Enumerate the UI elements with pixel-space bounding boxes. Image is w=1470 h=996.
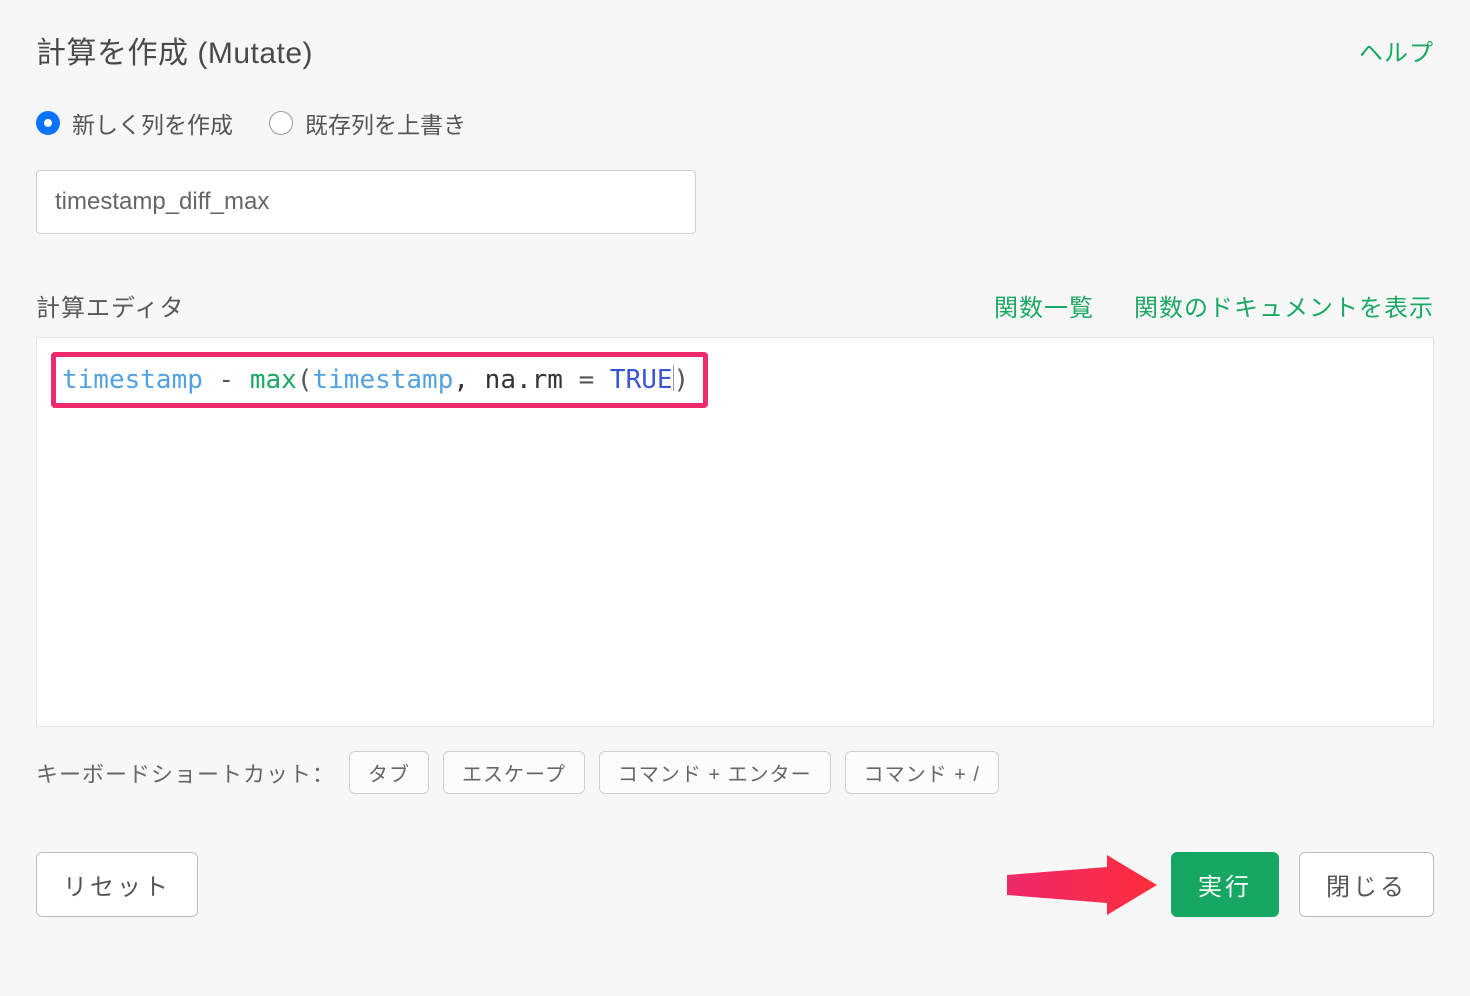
radio-dot-icon (36, 111, 60, 135)
token-close-paren: ) (674, 365, 690, 395)
token-arg: , na.rm (453, 365, 578, 395)
radio-circle-icon (269, 111, 293, 135)
help-link[interactable]: ヘルプ (1359, 33, 1434, 68)
editor-header: 計算エディタ 関数一覧 関数のドキュメントを表示 (36, 288, 1434, 323)
editor-links: 関数一覧 関数のドキュメントを表示 (994, 288, 1434, 323)
expression-highlight: timestamp - max(timestamp, na.rm = TRUE) (51, 352, 708, 408)
radio-create-new[interactable]: 新しく列を作成 (36, 106, 233, 140)
dialog-title: 計算を作成 (Mutate) (36, 28, 313, 72)
dialog-header: 計算を作成 (Mutate) ヘルプ (36, 28, 1434, 72)
token-minus: - (203, 365, 250, 395)
expression-editor[interactable]: timestamp - max(timestamp, na.rm = TRUE) (36, 337, 1434, 727)
shortcut-key-escape: エスケープ (443, 751, 585, 794)
token-constant: TRUE (610, 365, 673, 395)
run-button[interactable]: 実行 (1171, 852, 1279, 917)
function-docs-link[interactable]: 関数のドキュメントを表示 (1134, 288, 1434, 323)
shortcut-row: キーボードショートカット： タブ エスケープ コマンド + エンター コマンド … (36, 751, 1434, 794)
reset-button[interactable]: リセット (36, 852, 198, 917)
token-function: max (250, 365, 297, 395)
close-button[interactable]: 閉じる (1299, 852, 1434, 917)
editor-label: 計算エディタ (36, 288, 184, 323)
arrow-annotation-icon (1007, 855, 1157, 915)
shortcut-label: キーボードショートカット： (36, 757, 335, 789)
footer-right: 実行 閉じる (1007, 852, 1434, 917)
dialog-footer: リセット 実行 閉じる (36, 852, 1434, 917)
shortcut-key-cmd-enter: コマンド + エンター (599, 751, 831, 794)
functions-list-link[interactable]: 関数一覧 (994, 288, 1094, 323)
token-column: timestamp (62, 365, 203, 395)
radio-overwrite-label: 既存列を上書き (305, 106, 466, 140)
column-name-input[interactable] (36, 170, 696, 234)
token-open-paren: ( (297, 365, 313, 395)
mutate-dialog: 計算を作成 (Mutate) ヘルプ 新しく列を作成 既存列を上書き 計算エディ… (0, 0, 1470, 947)
column-mode-radio-group: 新しく列を作成 既存列を上書き (36, 106, 1434, 140)
radio-create-new-label: 新しく列を作成 (72, 106, 233, 140)
radio-overwrite[interactable]: 既存列を上書き (269, 106, 466, 140)
shortcut-key-cmd-slash: コマンド + / (845, 751, 999, 794)
shortcut-key-tab: タブ (349, 751, 429, 794)
token-column-2: timestamp (312, 365, 453, 395)
token-equals: = (579, 365, 610, 395)
